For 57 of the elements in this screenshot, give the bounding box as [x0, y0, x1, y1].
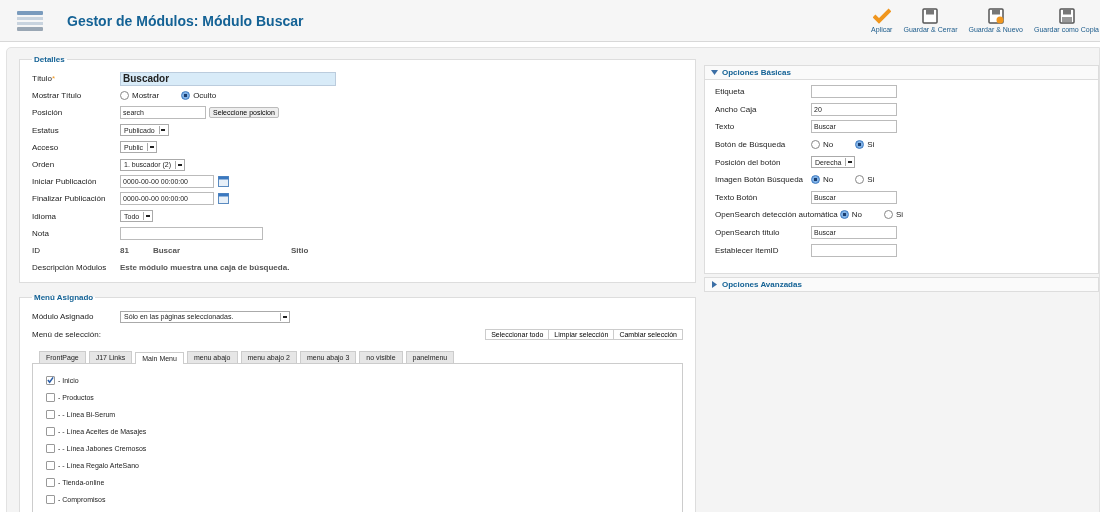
- radio-option[interactable]: Mostrar: [120, 91, 160, 101]
- checkbox[interactable]: [46, 409, 55, 419]
- field-label: Estatus: [32, 125, 60, 135]
- field-label: Iniciar Publicación: [32, 177, 98, 187]
- field-label: Botón de Búsqueda: [715, 140, 787, 150]
- field-label: Texto Botón: [715, 192, 759, 202]
- page-title: Gestor de Módulos: Módulo Buscar: [67, 12, 304, 29]
- field-value: Buscar: [152, 245, 181, 255]
- field-label: Imagen Botón Búsqueda: [715, 175, 805, 185]
- checkbox[interactable]: [46, 375, 55, 385]
- calendar-icon: [218, 176, 229, 188]
- checkbox[interactable]: [46, 494, 55, 504]
- menu-lines-icon: [17, 9, 43, 32]
- checkbox[interactable]: [46, 460, 55, 470]
- text-input[interactable]: [811, 85, 897, 99]
- section-legend: Detalles: [32, 55, 67, 64]
- field-label: ID: [32, 245, 41, 255]
- text-input[interactable]: [811, 243, 897, 257]
- field-value: Este módulo muestra una caja de búsqueda.: [120, 263, 290, 273]
- field-label: OpenSearch título: [715, 228, 781, 238]
- checkmark-icon: [872, 8, 891, 24]
- field-label: Menú de selección:: [32, 329, 101, 339]
- field-label: Posición: [32, 108, 64, 118]
- field-label: Orden: [32, 160, 56, 170]
- field-label: OpenSearch detección automática: [715, 210, 838, 220]
- radio-option[interactable]: No: [811, 175, 834, 185]
- field-label: Establecer ItemID: [715, 245, 780, 255]
- field-value: Sitio: [291, 245, 309, 255]
- checkbox[interactable]: [46, 392, 55, 402]
- field-label: Idioma: [32, 211, 57, 221]
- field-label: Acceso: [32, 142, 60, 152]
- field-value: 81: [120, 245, 129, 255]
- text-input[interactable]: [120, 226, 263, 240]
- section-legend: Menú Asignado: [32, 293, 96, 303]
- triangle-icon: [711, 280, 718, 288]
- field-label: Nota: [32, 228, 50, 238]
- checkbox[interactable]: [46, 443, 55, 453]
- field-label: Mostrar Título: [32, 91, 83, 101]
- radio-option[interactable]: Si: [884, 210, 904, 220]
- field-label: Módulo Asignado: [32, 312, 95, 322]
- field-label: Título*: [32, 74, 57, 84]
- panel-toggle[interactable]: Opciones Avanzadas: [705, 277, 1098, 291]
- radio-option[interactable]: No: [839, 210, 862, 220]
- checkbox[interactable]: [46, 426, 55, 436]
- field-label: Finalizar Publicación: [32, 194, 107, 204]
- field-label: Texto: [715, 122, 736, 132]
- radio-option[interactable]: Oculto: [181, 91, 217, 101]
- title-input[interactable]: Buscador: [120, 71, 336, 86]
- field-label: Descripción Módulos: [32, 263, 108, 273]
- triangle-icon: [711, 69, 718, 76]
- field-label: Posición del botón: [715, 157, 782, 167]
- field-label: Ancho Caja: [715, 104, 758, 114]
- field-label: Etiqueta: [715, 87, 746, 97]
- calendar-icon: [218, 193, 229, 205]
- checkbox[interactable]: [46, 477, 55, 487]
- panel-toggle[interactable]: Opciones Básicas: [705, 66, 1098, 79]
- radio-option[interactable]: No: [811, 140, 834, 150]
